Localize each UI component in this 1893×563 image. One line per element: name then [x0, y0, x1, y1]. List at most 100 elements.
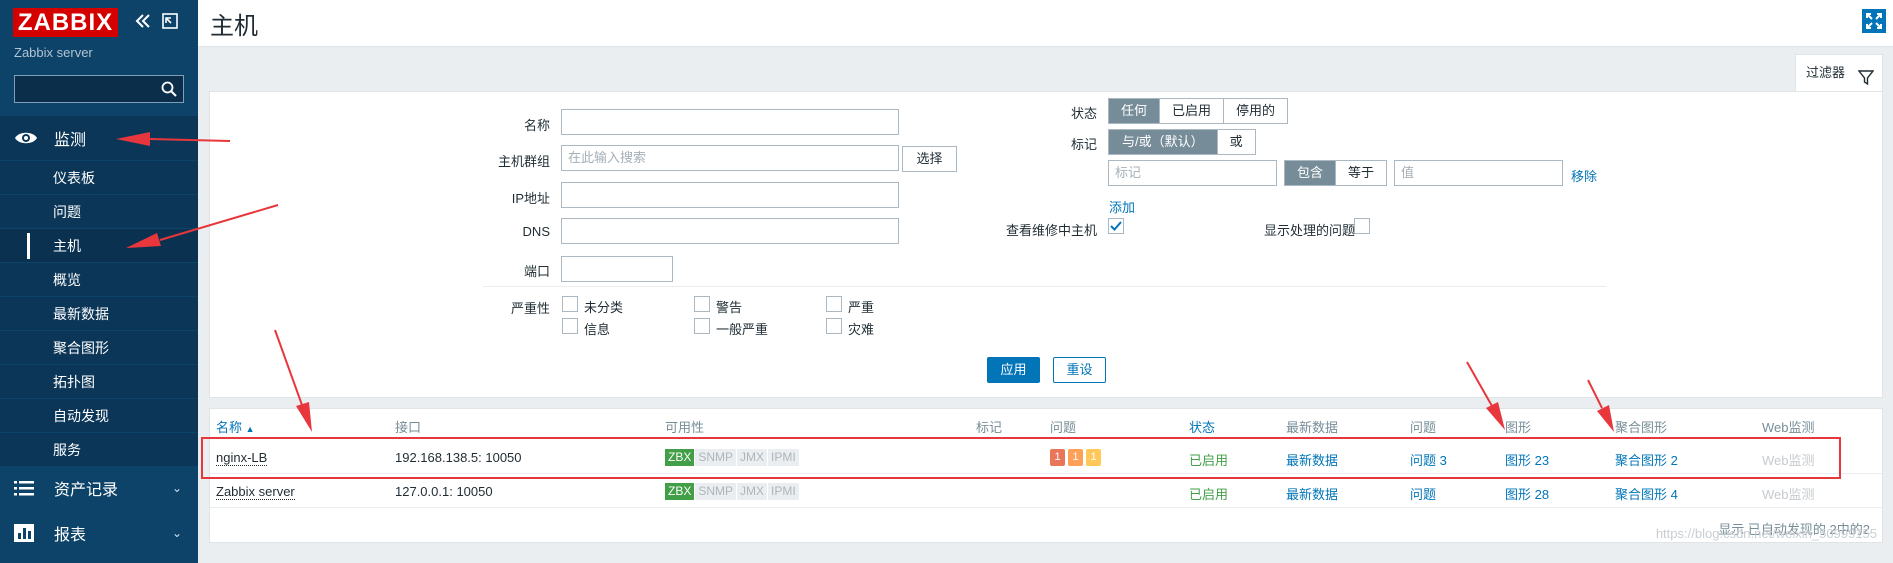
- name-input[interactable]: [561, 109, 899, 135]
- sidebar-search-input[interactable]: [14, 75, 184, 103]
- dns-label: DNS: [522, 224, 550, 239]
- tag-condition-contains[interactable]: 包含: [1285, 161, 1337, 185]
- suppressed-problems-label: 显示处理的问题: [1263, 223, 1355, 238]
- submenu-overview[interactable]: 概览: [0, 263, 198, 297]
- filter-divider: [483, 286, 1606, 287]
- submenu-services[interactable]: 服务: [0, 433, 198, 467]
- column-header-interface: 接口: [395, 420, 422, 435]
- status-option-any[interactable]: 任何: [1109, 99, 1161, 123]
- collapse-sidebar-icon[interactable]: [134, 12, 152, 34]
- severity-checkbox[interactable]: [562, 318, 578, 334]
- apply-button[interactable]: 应用: [987, 357, 1040, 383]
- remove-tag-link[interactable]: 移除: [1571, 166, 1597, 185]
- submenu-maps[interactable]: 拓扑图: [0, 365, 198, 399]
- watermark-text: https://blog.csdn.net/weixin_50999155: [1655, 526, 1877, 541]
- column-header-name-label: 名称: [216, 420, 243, 435]
- tag-operator-or[interactable]: 或: [1217, 130, 1255, 154]
- column-header-name[interactable]: 名称 ▲: [216, 417, 255, 436]
- column-header-problems: 问题: [1050, 420, 1077, 435]
- severity-option-label: 严重: [848, 300, 875, 315]
- status-segmented-control: 任何 已启用 停用的: [1108, 98, 1289, 124]
- web-monitoring-link: Web监测: [1762, 487, 1815, 502]
- ip-input[interactable]: [561, 182, 899, 208]
- filter-tab[interactable]: 过滤器: [1795, 54, 1883, 91]
- highlight-box: [201, 437, 1841, 479]
- tag-condition-control: 包含 等于: [1284, 160, 1388, 186]
- page-header: 主机: [198, 0, 1893, 47]
- dns-input[interactable]: [561, 218, 899, 244]
- availability-jmx: JMX: [737, 483, 769, 500]
- server-name: Zabbix server: [14, 45, 93, 60]
- availability-badges: ZBX SNMP JMX IPMI: [665, 483, 800, 500]
- host-status[interactable]: 已启用: [1189, 484, 1228, 503]
- tag-condition-equals[interactable]: 等于: [1336, 161, 1387, 185]
- add-tag-link[interactable]: 添加: [1109, 197, 1135, 216]
- tag-name-input[interactable]: 标记: [1108, 160, 1277, 186]
- menu-inventory[interactable]: 资产记录 ⌄: [0, 466, 198, 510]
- column-header-web: Web监测: [1762, 420, 1815, 435]
- severity-checkbox[interactable]: [562, 296, 578, 312]
- bar-chart-icon: [14, 524, 44, 542]
- column-header-latest-data: 最新数据: [1286, 420, 1339, 435]
- availability-zbx: ZBX: [665, 483, 696, 500]
- host-name-link[interactable]: Zabbix server: [216, 484, 295, 500]
- kiosk-mode-icon[interactable]: [161, 12, 179, 34]
- ip-label: IP地址: [511, 191, 550, 206]
- zabbix-logo[interactable]: ZABBIX: [13, 8, 118, 37]
- submenu-discovery[interactable]: 自动发现: [0, 399, 198, 433]
- reset-button[interactable]: 重设: [1053, 357, 1106, 383]
- list-icon: [14, 480, 44, 496]
- search-icon[interactable]: [160, 80, 178, 98]
- severity-checkbox[interactable]: [826, 318, 842, 334]
- latest-data-link[interactable]: 最新数据: [1286, 484, 1338, 503]
- submenu-screens[interactable]: 聚合图形: [0, 331, 198, 365]
- column-header-screens: 聚合图形: [1615, 420, 1668, 435]
- submenu-problems[interactable]: 问题: [0, 195, 198, 229]
- chevron-down-icon: ⌄: [171, 526, 182, 540]
- select-button[interactable]: 选择: [902, 146, 957, 172]
- menu-monitoring[interactable]: 监测: [0, 116, 198, 160]
- column-header-status[interactable]: 状态: [1189, 417, 1215, 436]
- eye-icon: [14, 130, 44, 146]
- graphs-link[interactable]: 图形 28: [1505, 484, 1549, 503]
- severity-option-label: 一般严重: [716, 322, 769, 337]
- suppressed-problems-checkbox[interactable]: [1354, 218, 1370, 234]
- severity-option-label: 警告: [716, 300, 743, 315]
- maintenance-checkbox[interactable]: [1108, 218, 1124, 234]
- severity-label: 严重性: [510, 301, 550, 316]
- severity-checkbox[interactable]: [826, 296, 842, 312]
- column-header-graphs: 图形: [1505, 420, 1532, 435]
- page-title: 主机: [210, 13, 258, 40]
- severity-option-label: 未分类: [584, 300, 624, 315]
- screens-link[interactable]: 聚合图形 4: [1615, 484, 1678, 503]
- severity-option-label: 灾难: [848, 322, 875, 337]
- port-input[interactable]: [561, 256, 673, 282]
- tag-operator-control: 与/或（默认） 或: [1108, 129, 1256, 155]
- status-option-enabled[interactable]: 已启用: [1160, 99, 1225, 123]
- maintenance-label: 查看维修中主机: [1005, 223, 1097, 238]
- menu-reports[interactable]: 报表 ⌄: [0, 511, 198, 555]
- sort-ascending-icon: ▲: [245, 424, 255, 434]
- hostgroup-input[interactable]: 在此输入搜索: [561, 145, 899, 171]
- menu-inventory-label: 资产记录: [54, 482, 119, 499]
- submenu-dashboard[interactable]: 仪表板: [0, 161, 198, 195]
- tag-operator-and-or[interactable]: 与/或（默认）: [1109, 130, 1218, 154]
- availability-ipmi: IPMI: [768, 483, 800, 500]
- fullscreen-button[interactable]: [1862, 9, 1886, 33]
- status-option-disabled[interactable]: 停用的: [1224, 99, 1288, 123]
- problems-link[interactable]: 问题: [1410, 484, 1436, 503]
- severity-checkbox[interactable]: [694, 296, 710, 312]
- submenu-hosts[interactable]: 主机: [0, 229, 198, 263]
- tags-label: 标记: [1070, 137, 1097, 152]
- host-interface: 127.0.0.1: 10050: [395, 484, 493, 499]
- severity-checkbox[interactable]: [694, 318, 710, 334]
- tag-value-input[interactable]: 值: [1394, 160, 1563, 186]
- monitoring-submenu: 仪表板 问题 主机 概览 最新数据 聚合图形 拓扑图 自动发现 服务: [0, 161, 198, 467]
- column-header-problems-link: 问题: [1410, 420, 1437, 435]
- chevron-down-icon: ⌄: [171, 481, 182, 495]
- table-row: Zabbix server 127.0.0.1: 10050 ZBX SNMP …: [210, 474, 1882, 508]
- filter-tab-label: 过滤器: [1806, 65, 1846, 80]
- filter-panel: 名称 主机群组 在此输入搜索 选择 IP地址 DNS 端口 严重性 未分类 信息…: [209, 91, 1883, 398]
- fullscreen-icon: [1866, 13, 1882, 29]
- submenu-latest-data[interactable]: 最新数据: [0, 297, 198, 331]
